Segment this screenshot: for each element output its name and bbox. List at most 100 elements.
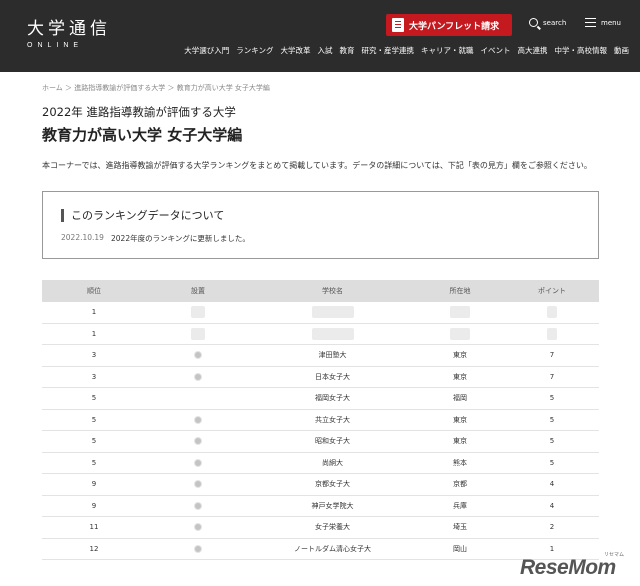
nav-item[interactable]: イベント bbox=[481, 45, 511, 56]
points-cell: 7 bbox=[549, 372, 555, 381]
type-cell bbox=[146, 327, 250, 340]
points-cell: 1 bbox=[549, 544, 555, 553]
table-row: 9 京都女子大 京都 4 bbox=[42, 474, 599, 496]
school-name-cell[interactable]: 共立女子大 bbox=[250, 415, 415, 425]
type-cell bbox=[146, 415, 250, 424]
site-logo[interactable]: 大学通信 ONLINE bbox=[27, 20, 111, 49]
private-school-badge-icon bbox=[194, 523, 202, 532]
points-cell bbox=[505, 306, 599, 319]
logo-sub-text: ONLINE bbox=[27, 42, 84, 49]
type-cell bbox=[146, 372, 250, 381]
nav-item[interactable]: キャリア・就職 bbox=[421, 45, 474, 56]
pamphlet-label: 大学パンフレット請求 bbox=[409, 21, 500, 32]
logo-main-text: 大学通信 bbox=[27, 19, 111, 39]
intro-text: 本コーナーでは、進路指導教諭が評価する大学ランキングをまとめて掲載しています。デ… bbox=[42, 161, 592, 170]
school-name-cell[interactable]: ノートルダム清心女子大 bbox=[250, 544, 415, 554]
location-cell: 東京 bbox=[453, 372, 467, 381]
table-header: 順位 設置 学校名 所在地 ポイント bbox=[42, 280, 599, 302]
type-cell bbox=[146, 351, 250, 360]
rank-cell: 5 bbox=[91, 437, 97, 446]
header-school: 学校名 bbox=[322, 287, 343, 295]
table-row: 5 尚絅大 熊本 5 bbox=[42, 453, 599, 474]
ranking-info-box: このランキングデータについて 2022.10.19 2022年度のランキングに更… bbox=[42, 191, 599, 259]
page-subtitle: 2022年 進路指導教諭が評価する大学 bbox=[42, 105, 236, 119]
nav-item[interactable]: 教育 bbox=[340, 45, 355, 56]
table-row: 3 日本女子大 東京 7 bbox=[42, 367, 599, 388]
hamburger-menu-icon bbox=[585, 18, 596, 27]
table-row: 9 神戸女学院大 兵庫 4 bbox=[42, 496, 599, 517]
private-school-badge-icon bbox=[194, 351, 202, 360]
nav-item[interactable]: 大学改革 bbox=[281, 45, 311, 56]
private-school-badge-icon bbox=[194, 544, 202, 553]
table-row: 5 福岡女子大 福岡 5 bbox=[42, 388, 599, 410]
rank-cell: 1 bbox=[91, 329, 97, 338]
points-cell: 7 bbox=[549, 351, 555, 360]
points-cell: 5 bbox=[549, 458, 555, 467]
school-name-cell[interactable]: 福岡女子大 bbox=[250, 393, 415, 403]
table-row: 1 bbox=[42, 302, 599, 324]
redacted-cell bbox=[547, 306, 557, 319]
location-cell: 埼玉 bbox=[453, 523, 467, 532]
school-name-cell bbox=[250, 306, 415, 319]
type-cell bbox=[146, 437, 250, 446]
private-school-badge-icon bbox=[194, 501, 202, 510]
nav-item[interactable]: 入試 bbox=[318, 45, 333, 56]
top-header: 大学通信 ONLINE 大学パンフレット請求 search menu 大学選び入… bbox=[0, 0, 640, 72]
school-name-cell[interactable]: 京都女子大 bbox=[250, 479, 415, 489]
school-name-cell[interactable]: 尚絅大 bbox=[250, 458, 415, 468]
breadcrumb[interactable]: ホーム ＞ 進路指導教諭が評価する大学 ＞ 教育力が高い大学 女子大学編 bbox=[42, 83, 270, 93]
school-name-cell[interactable]: 神戸女学院大 bbox=[250, 501, 415, 511]
points-cell bbox=[505, 327, 599, 340]
rank-cell: 5 bbox=[91, 394, 97, 403]
pamphlet-request-button[interactable]: 大学パンフレット請求 bbox=[386, 14, 512, 36]
points-cell: 2 bbox=[549, 523, 555, 532]
redacted-cell bbox=[450, 327, 470, 340]
rank-cell: 9 bbox=[91, 480, 97, 489]
rank-cell: 5 bbox=[91, 458, 97, 467]
nav-item[interactable]: 研究・産学連携 bbox=[362, 45, 415, 56]
school-name-cell bbox=[250, 327, 415, 340]
points-cell: 5 bbox=[549, 437, 555, 446]
update-note: 2022年度のランキングに更新しました。 bbox=[111, 234, 250, 243]
rank-cell: 3 bbox=[91, 351, 97, 360]
private-school-badge-icon bbox=[194, 372, 202, 381]
search-button[interactable]: search bbox=[529, 18, 566, 27]
table-row: 1 bbox=[42, 324, 599, 345]
nav-item[interactable]: 動画 bbox=[614, 45, 629, 56]
pamphlet-book-icon bbox=[392, 18, 404, 32]
header-type: 設置 bbox=[191, 287, 205, 295]
header-location: 所在地 bbox=[449, 287, 471, 295]
resemom-watermark: ReseMom bbox=[520, 556, 616, 579]
private-school-badge-icon bbox=[194, 415, 202, 424]
type-cell bbox=[146, 501, 250, 510]
school-name-cell[interactable]: 昭和女子大 bbox=[250, 436, 415, 446]
points-cell: 4 bbox=[549, 501, 555, 510]
table-row: 3 津田塾大 東京 7 bbox=[42, 345, 599, 367]
table-row: 5 昭和女子大 東京 5 bbox=[42, 431, 599, 453]
nav-item[interactable]: ランキング bbox=[236, 45, 273, 56]
menu-button[interactable]: menu bbox=[585, 18, 621, 27]
school-name-cell[interactable]: 日本女子大 bbox=[250, 372, 415, 382]
private-school-badge-icon bbox=[194, 458, 202, 467]
redacted-cell bbox=[311, 327, 354, 340]
rank-cell: 11 bbox=[89, 523, 99, 532]
nav-item[interactable]: 中学・高校情報 bbox=[555, 45, 608, 56]
main-nav: 大学選び入門 ランキング 大学改革 入試 教育 研究・産学連携 キャリア・就職 イベント 高大連… bbox=[184, 45, 629, 56]
header-rank: 順位 bbox=[87, 287, 101, 295]
school-name-cell[interactable]: 女子栄養大 bbox=[250, 522, 415, 532]
rank-cell: 9 bbox=[91, 501, 97, 510]
location-cell: 京都 bbox=[453, 480, 467, 489]
table-row: 11 女子栄養大 埼玉 2 bbox=[42, 517, 599, 539]
type-cell bbox=[146, 544, 250, 553]
resemom-watermark-sub: リセマム bbox=[604, 552, 625, 558]
points-cell: 4 bbox=[549, 480, 555, 489]
nav-item[interactable]: 大学選び入門 bbox=[184, 45, 229, 56]
redacted-cell bbox=[547, 327, 557, 340]
table-row: 12 ノートルダム清心女子大 岡山 1 bbox=[42, 539, 599, 560]
school-name-cell[interactable]: 津田塾大 bbox=[250, 350, 415, 360]
page-title: 教育力が高い大学 女子大学編 bbox=[42, 126, 243, 144]
info-box-heading: このランキングデータについて bbox=[61, 209, 224, 222]
location-cell: 東京 bbox=[453, 415, 467, 424]
location-cell bbox=[415, 327, 505, 340]
nav-item[interactable]: 高大連携 bbox=[518, 45, 548, 56]
